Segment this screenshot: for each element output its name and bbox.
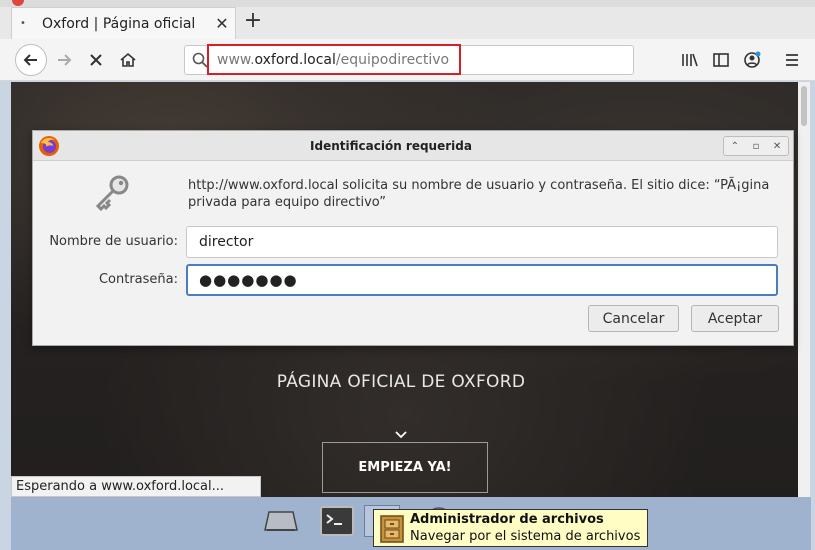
sidebar-icon [713,53,729,67]
library-button[interactable] [678,48,702,72]
tab-oxford[interactable]: • Oxford | Página oficial ✕ [11,7,236,39]
desktop-button[interactable] [263,505,299,537]
tab-loading-icon: • [20,18,26,29]
cancel-button[interactable]: Cancelar [588,305,679,332]
file-cabinet-icon [380,515,404,543]
url-highlight-box [207,44,461,75]
show-desktop-icon [264,511,298,531]
new-tab-button[interactable]: + [242,10,264,34]
page-scrollbar[interactable] [798,82,810,497]
arrow-right-icon [58,54,72,66]
arrow-left-icon [23,54,37,66]
stop-icon [90,54,102,66]
file-manager-tooltip: Administrador de archivos Navegar por el… [373,509,648,547]
status-bar: Esperando a www.oxford.local... [11,476,261,497]
username-field[interactable]: director [186,226,778,258]
close-icon[interactable]: ✕ [773,141,781,152]
window-controls: ⌃ ▫ ✕ [723,136,789,156]
dialog-message: http://www.oxford.local solicita su nomb… [188,178,770,210]
forward-button[interactable] [48,44,80,76]
terminal-icon [320,506,354,536]
tab-title: Oxford | Página oficial [42,15,196,32]
home-icon [120,52,136,67]
title-strip [0,0,815,7]
chevron-down-icon [394,428,408,442]
tab-close-icon[interactable]: ✕ [209,14,235,33]
tooltip-description: Navegar por el sistema de archivos [410,529,641,544]
sidebar-button[interactable] [709,48,733,72]
home-button[interactable] [112,44,144,76]
dialog-title: Identificación requerida [310,139,472,153]
hamburger-icon [786,54,798,66]
back-button[interactable] [15,44,47,76]
menu-button[interactable] [780,48,804,72]
scrollbar-thumb[interactable] [801,86,807,126]
library-icon [682,53,698,67]
tooltip-title: Administrador de archivos [410,512,604,527]
restore-icon[interactable]: ▫ [753,141,760,152]
account-icon [744,51,761,68]
terminal-button[interactable] [319,505,355,537]
accept-button[interactable]: Aceptar [691,305,779,332]
stop-button[interactable] [80,44,112,76]
account-button[interactable] [740,48,764,72]
maximize-icon[interactable]: ⌃ [731,141,739,152]
dialog-titlebar: Identificación requerida ⌃ ▫ ✕ [33,131,793,161]
password-field[interactable]: ●●●●●●● [186,264,778,296]
hero-title: PÁGINA OFICIAL DE OXFORD [276,372,526,392]
password-label: Contraseña: [98,272,178,287]
tab-bar: • Oxford | Página oficial ✕ + [0,0,815,44]
auth-dialog: Identificación requerida ⌃ ▫ ✕ http://ww… [32,130,794,346]
key-icon [95,175,129,212]
start-button[interactable]: EMPIEZA YA! [322,442,488,493]
username-label: Nombre de usuario: [49,234,178,249]
